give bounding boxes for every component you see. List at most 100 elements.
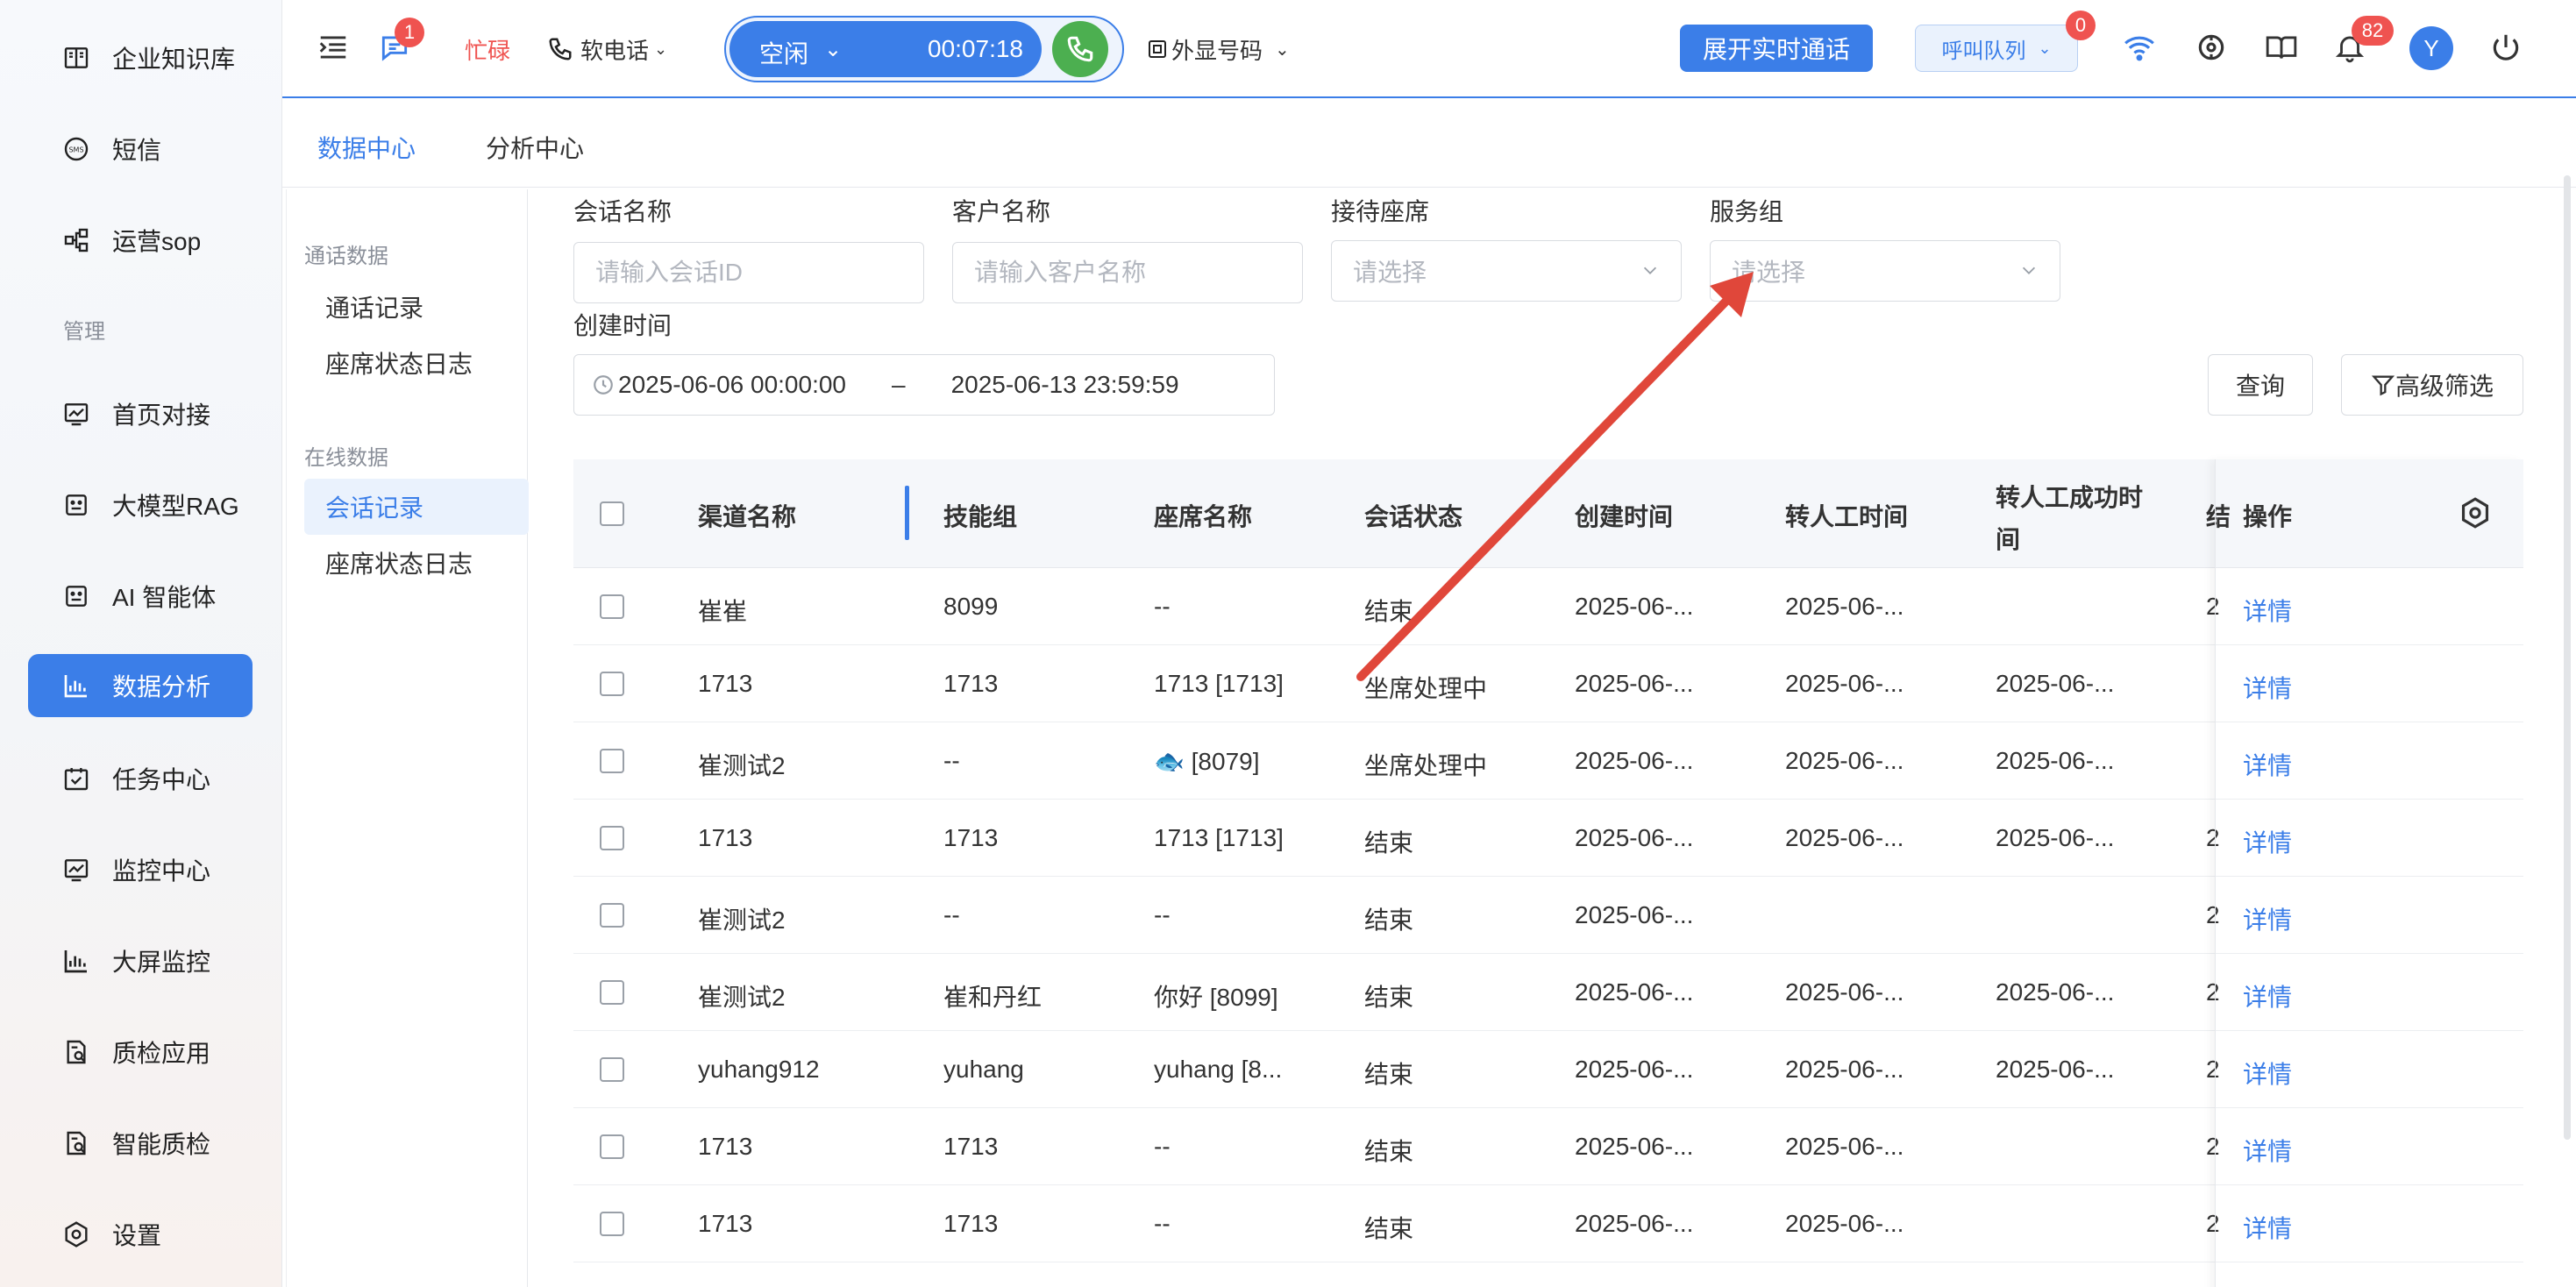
- sms-icon: SMS: [61, 134, 91, 164]
- outbound-number-dropdown[interactable]: 外显号码 ⌄: [1147, 0, 1290, 98]
- cell-channel: 1713: [698, 670, 753, 697]
- customer-name-label: 客户名称: [952, 198, 1051, 225]
- table-row[interactable]: 1713 1713 1713 [1713] 坐席处理中 2025-06-... 2025-…: [573, 645, 2523, 722]
- row-checkbox[interactable]: [600, 1134, 624, 1159]
- cell-status: 结束: [1364, 907, 1414, 934]
- page-scrollbar[interactable]: [2564, 175, 2571, 1140]
- reception-seat-select[interactable]: 请选择: [1331, 240, 1682, 302]
- service-group-select[interactable]: 请选择: [1710, 240, 2060, 302]
- col-transfer-time: 转人工时间: [1785, 503, 1909, 530]
- subnav-item-session-records[interactable]: 会话记录: [304, 479, 529, 535]
- sidebar-item-4[interactable]: 大模型RAG: [28, 473, 253, 537]
- busy-status-label[interactable]: 忙碌: [465, 0, 510, 98]
- tab-analysis-center[interactable]: 分析中心: [486, 130, 584, 165]
- cell-transfer: 2025-06-...: [1785, 824, 1904, 851]
- advanced-filter-button[interactable]: 高级筛选: [2341, 354, 2523, 416]
- sidebar-item-10[interactable]: 质检应用: [28, 1020, 253, 1084]
- sidebar-item-3[interactable]: 首页对接: [28, 382, 253, 445]
- table-row[interactable]: 崔测试2 -- 🐟 [8079] 坐席处理中 2025-06-... 2025-06-..…: [573, 722, 2523, 800]
- column-resize-handle[interactable]: [905, 486, 909, 540]
- detail-link[interactable]: 详情: [2243, 670, 2292, 705]
- subnav-item-seat-status-log[interactable]: 座席状态日志: [304, 335, 529, 391]
- sidebar-item-7[interactable]: 任务中心: [28, 747, 253, 810]
- cell-skill: 8099: [943, 593, 999, 620]
- headset-icon[interactable]: [2192, 28, 2231, 67]
- cell-channel: 1713: [698, 1133, 753, 1160]
- table-row[interactable]: 崔测试2 -- -- 结束 2025-06-... 2 详情: [573, 877, 2523, 954]
- cell-status: 结束: [1364, 829, 1414, 857]
- cell-channel: 1713: [698, 1210, 753, 1237]
- table-row[interactable]: 1713 1713 -- 结束 2025-06-... 2025-06-... 2 详情: [573, 1185, 2523, 1262]
- table-row[interactable]: yuhang912 yuhang yuhang [8... 结束 2025-06-...…: [573, 1031, 2523, 1108]
- subnav-group-online-data: 在线数据: [304, 446, 388, 470]
- sidebar-item-8[interactable]: 监控中心: [28, 838, 253, 901]
- expand-realtime-call-button[interactable]: 展开实时通话: [1680, 25, 1873, 72]
- detail-link[interactable]: 详情: [2243, 901, 2292, 936]
- table-row[interactable]: 崔测试2 崔和丹红 你好 [8099] 结束 2025-06-... 2025-06-..…: [573, 954, 2523, 1031]
- detail-link[interactable]: 详情: [2243, 1056, 2292, 1091]
- agent-status-select[interactable]: 空闲 ⌄ 00:07:18: [729, 21, 1042, 77]
- chart-line-icon: [61, 855, 91, 885]
- avatar[interactable]: Y: [2409, 26, 2453, 70]
- robot-icon: [61, 581, 91, 611]
- call-queue-dropdown[interactable]: 呼叫队列 ⌄: [1915, 25, 2078, 72]
- menu-collapse-icon[interactable]: [314, 28, 352, 67]
- cell-cut: 2: [2206, 824, 2220, 851]
- row-checkbox[interactable]: [600, 903, 624, 928]
- softphone-label: 软电话: [580, 37, 650, 64]
- select-all-checkbox[interactable]: [600, 501, 624, 526]
- customer-name-field[interactable]: [952, 242, 1303, 303]
- power-icon[interactable]: [2487, 28, 2525, 67]
- sidebar-item-1[interactable]: SMS 短信: [28, 117, 253, 181]
- query-button[interactable]: 查询: [2208, 354, 2313, 416]
- wifi-icon[interactable]: [2120, 28, 2159, 67]
- detail-link[interactable]: 详情: [2243, 824, 2292, 859]
- softphone-dropdown[interactable]: 软电话 ⌄: [547, 0, 667, 98]
- table-row[interactable]: 1713 1713 1713 [1713] 结束 2025-06-... 2025-06-…: [573, 800, 2523, 877]
- cell-channel: 崔测试2: [698, 907, 786, 934]
- customer-name-input[interactable]: [974, 259, 1302, 287]
- sidebar-item-label: 短信: [112, 137, 162, 164]
- row-checkbox[interactable]: [600, 826, 624, 850]
- cell-transfer: 2025-06-...: [1785, 1133, 1904, 1160]
- row-checkbox[interactable]: [600, 1212, 624, 1236]
- subnav-item-seat-status-log-online[interactable]: 座席状态日志: [304, 535, 529, 591]
- agent-status-pill[interactable]: 空闲 ⌄ 00:07:18: [724, 16, 1124, 82]
- subnav-item-call-records[interactable]: 通话记录: [304, 279, 529, 335]
- table-row[interactable]: 1713 1713 -- 结束 2025-06-... 2025-06-... 2 详情: [573, 1108, 2523, 1185]
- row-checkbox[interactable]: [600, 672, 624, 696]
- call-phone-button[interactable]: [1052, 21, 1108, 77]
- chevron-down-icon: ⌄: [824, 38, 843, 61]
- column-settings-icon[interactable]: [2459, 496, 2492, 530]
- cell-skill: 1713: [943, 824, 999, 851]
- manual-book-icon[interactable]: [2262, 28, 2301, 67]
- detail-link[interactable]: 详情: [2243, 978, 2292, 1013]
- created-time-range-picker[interactable]: 2025-06-06 00:00:00 – 2025-06-13 23:59:5…: [573, 354, 1275, 416]
- sidebar-item-12[interactable]: 设置: [28, 1203, 253, 1266]
- sidebar-item-0[interactable]: 企业知识库: [28, 26, 253, 89]
- row-checkbox[interactable]: [600, 980, 624, 1005]
- tab-data-center[interactable]: 数据中心: [317, 130, 416, 165]
- cell-seat: --: [1154, 1210, 1171, 1237]
- sidebar-item-11[interactable]: 智能质检: [28, 1112, 253, 1175]
- date-range-start[interactable]: 2025-06-06 00:00:00: [618, 371, 846, 399]
- row-checkbox[interactable]: [600, 594, 624, 619]
- date-range-end[interactable]: 2025-06-13 23:59:59: [951, 371, 1179, 399]
- detail-link[interactable]: 详情: [2243, 747, 2292, 782]
- table-row[interactable]: 崔崔 8099 -- 结束 2025-06-... 2025-06-... 2 详情: [573, 568, 2523, 645]
- cell-status: 坐席处理中: [1364, 675, 1488, 702]
- detail-link[interactable]: 详情: [2243, 593, 2292, 628]
- detail-link[interactable]: 详情: [2243, 1133, 2292, 1168]
- chevron-down-icon: ⌄: [1275, 39, 1290, 60]
- detail-link[interactable]: 详情: [2243, 1210, 2292, 1245]
- session-name-field[interactable]: [573, 242, 924, 303]
- sidebar-item-2[interactable]: 运营sop: [28, 209, 253, 272]
- sidebar-item-9[interactable]: 大屏监控: [28, 929, 253, 992]
- sidebar-item-label: 运营sop: [112, 228, 202, 255]
- sidebar-item-6[interactable]: 数据分析: [28, 654, 253, 717]
- row-checkbox[interactable]: [600, 749, 624, 773]
- session-name-input[interactable]: [595, 259, 923, 287]
- row-checkbox[interactable]: [600, 1057, 624, 1082]
- sidebar-item-label: 设置: [112, 1222, 162, 1249]
- sidebar-item-5[interactable]: AI 智能体: [28, 565, 253, 628]
